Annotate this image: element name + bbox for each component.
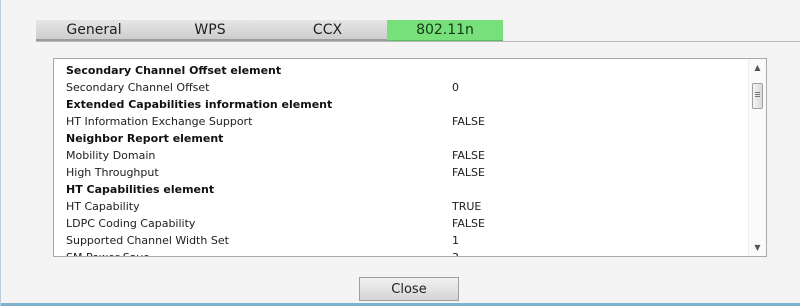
property-value: FALSE bbox=[452, 217, 485, 230]
property-row: HT Capability TRUE bbox=[66, 198, 736, 215]
property-name: HT Capability bbox=[66, 200, 140, 213]
details-list-panel[interactable]: Secondary Channel Offset element Secondar… bbox=[53, 58, 767, 257]
property-value: 1 bbox=[452, 234, 459, 247]
section-title: Extended Capabilities information elemen… bbox=[66, 98, 333, 111]
tab-bar: General WPS CCX 802.11n bbox=[36, 20, 800, 42]
tab-bar-divider bbox=[36, 41, 800, 42]
property-name: SM Power Save bbox=[66, 251, 150, 256]
section-title: Secondary Channel Offset element bbox=[66, 64, 282, 77]
property-row: Mobility Domain FALSE bbox=[66, 147, 736, 164]
section-title: HT Capabilities element bbox=[66, 183, 215, 196]
scrollbar-thumb[interactable] bbox=[752, 83, 763, 109]
section-title: Neighbor Report element bbox=[66, 132, 224, 145]
property-name: Secondary Channel Offset bbox=[66, 81, 210, 94]
tab-general[interactable]: General bbox=[36, 20, 152, 41]
property-name: Mobility Domain bbox=[66, 149, 156, 162]
property-name: LDPC Coding Capability bbox=[66, 217, 196, 230]
tab-802-11n[interactable]: 802.11n bbox=[387, 20, 503, 41]
property-value: TRUE bbox=[452, 200, 482, 213]
property-value: FALSE bbox=[452, 115, 485, 128]
tab-wps[interactable]: WPS bbox=[152, 20, 268, 41]
section-header-row: HT Capabilities element bbox=[66, 181, 736, 198]
scroll-up-icon[interactable]: ▲ bbox=[749, 59, 766, 76]
section-header-row: Neighbor Report element bbox=[66, 130, 736, 147]
close-button[interactable]: Close bbox=[359, 277, 459, 301]
scroll-down-icon[interactable]: ▼ bbox=[749, 239, 766, 256]
property-row: High Throughput FALSE bbox=[66, 164, 736, 181]
property-name: Supported Channel Width Set bbox=[66, 234, 229, 247]
property-row: Supported Channel Width Set 1 bbox=[66, 232, 736, 249]
property-value: 3 bbox=[452, 249, 459, 256]
property-value: FALSE bbox=[452, 166, 485, 179]
vertical-scrollbar[interactable]: ▲ ▼ bbox=[748, 59, 766, 256]
section-header-row: Extended Capabilities information elemen… bbox=[66, 96, 736, 113]
property-value: 0 bbox=[452, 81, 459, 94]
details-list: Secondary Channel Offset element Secondar… bbox=[66, 62, 736, 256]
property-row: HT Information Exchange Support FALSE bbox=[66, 113, 736, 130]
property-name: High Throughput bbox=[66, 166, 159, 179]
section-header-row: Secondary Channel Offset element bbox=[66, 62, 736, 79]
property-row: LDPC Coding Capability FALSE bbox=[66, 215, 736, 232]
tab-ccx[interactable]: CCX bbox=[268, 20, 387, 41]
property-value: FALSE bbox=[452, 149, 485, 162]
property-name: HT Information Exchange Support bbox=[66, 115, 253, 128]
property-row: SM Power Save 3 bbox=[66, 249, 736, 256]
property-row: Secondary Channel Offset 0 bbox=[66, 79, 736, 96]
dialog-window: General WPS CCX 802.11n Secondary Channe… bbox=[0, 0, 800, 306]
